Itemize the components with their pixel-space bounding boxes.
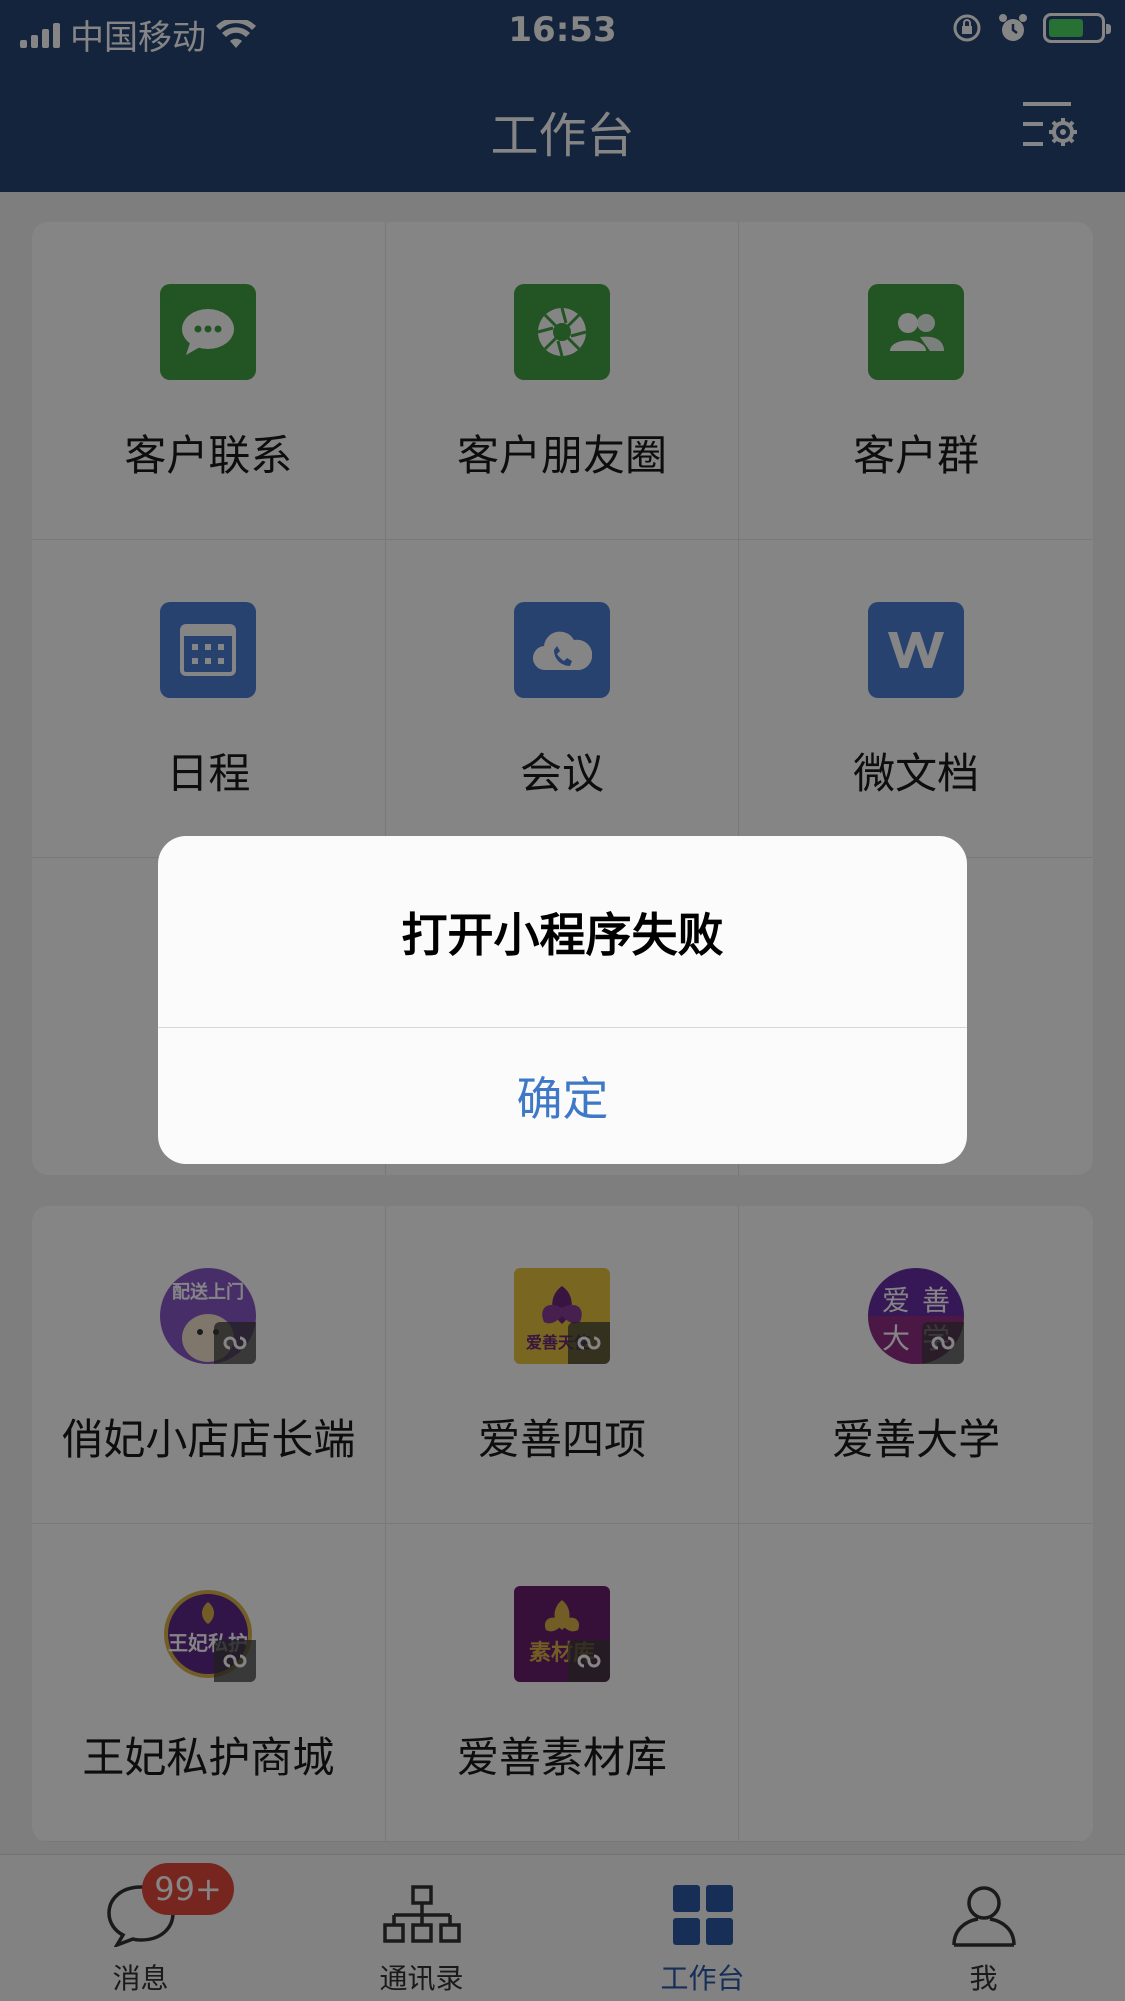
- dialog-message: 打开小程序失败: [401, 907, 724, 962]
- confirm-button[interactable]: 确定: [158, 1028, 967, 1164]
- alert-dialog: 打开小程序失败 确定: [158, 836, 967, 1164]
